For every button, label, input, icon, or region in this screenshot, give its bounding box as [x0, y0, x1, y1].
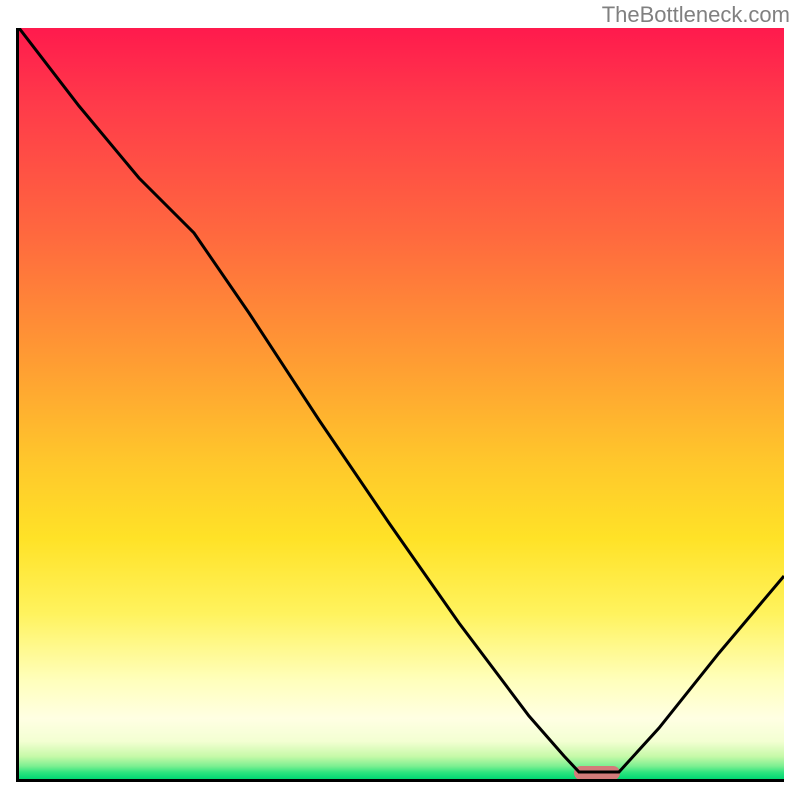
curve-path: [19, 28, 784, 772]
watermark-text: TheBottleneck.com: [602, 2, 790, 28]
plot-area: [19, 28, 784, 779]
chart-canvas: TheBottleneck.com: [0, 0, 800, 800]
curve-svg: [19, 28, 784, 779]
